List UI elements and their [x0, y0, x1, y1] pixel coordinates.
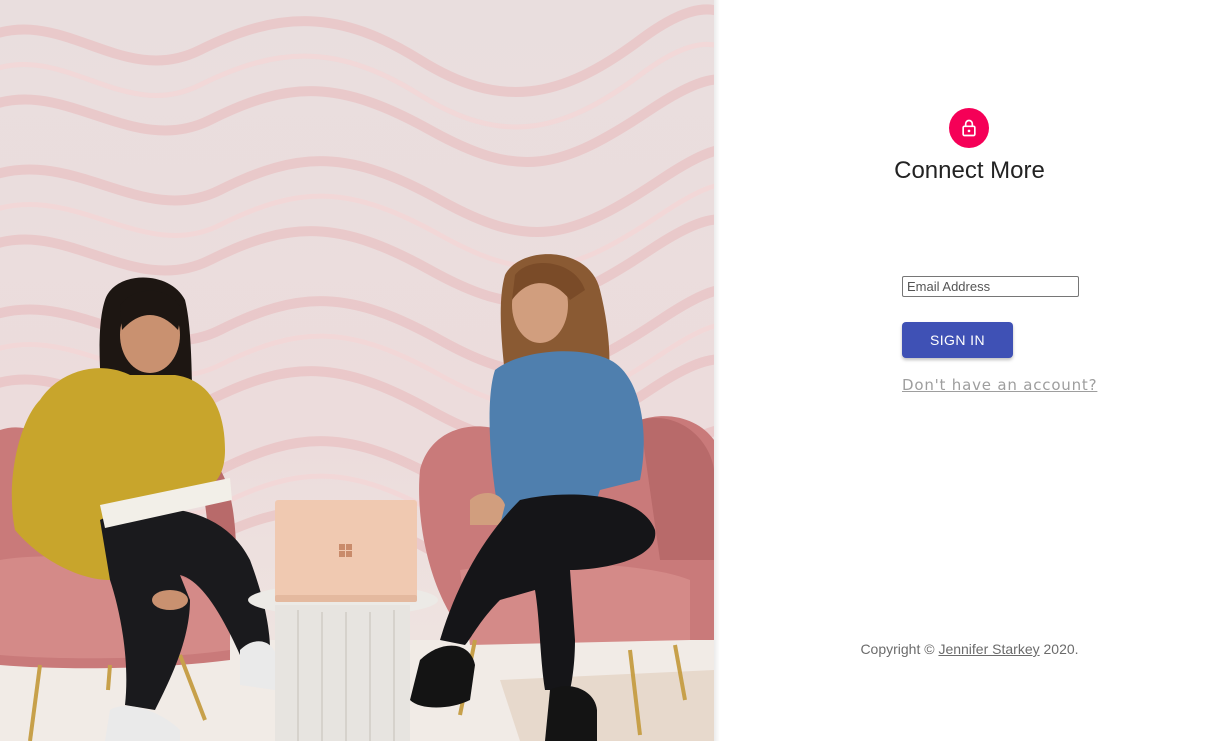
- copyright-prefix: Copyright ©: [860, 641, 939, 657]
- sign-in-button[interactable]: SIGN IN: [902, 322, 1013, 358]
- email-input[interactable]: [902, 276, 1079, 297]
- copyright-footer: Copyright © Jennifer Starkey 2020.: [720, 641, 1219, 657]
- copyright-suffix: 2020.: [1039, 641, 1079, 657]
- hero-image: [0, 0, 714, 741]
- signin-panel: Connect More SIGN IN Don't have an accou…: [720, 0, 1223, 741]
- hero-illustration: [0, 4, 714, 741]
- signup-link[interactable]: Don't have an account?: [902, 376, 1097, 394]
- lock-icon: [962, 119, 976, 137]
- windows-logo-icon: [339, 544, 352, 557]
- author-link[interactable]: Jennifer Starkey: [938, 641, 1039, 657]
- lock-avatar: [949, 108, 989, 148]
- page-title: Connect More: [894, 157, 1045, 184]
